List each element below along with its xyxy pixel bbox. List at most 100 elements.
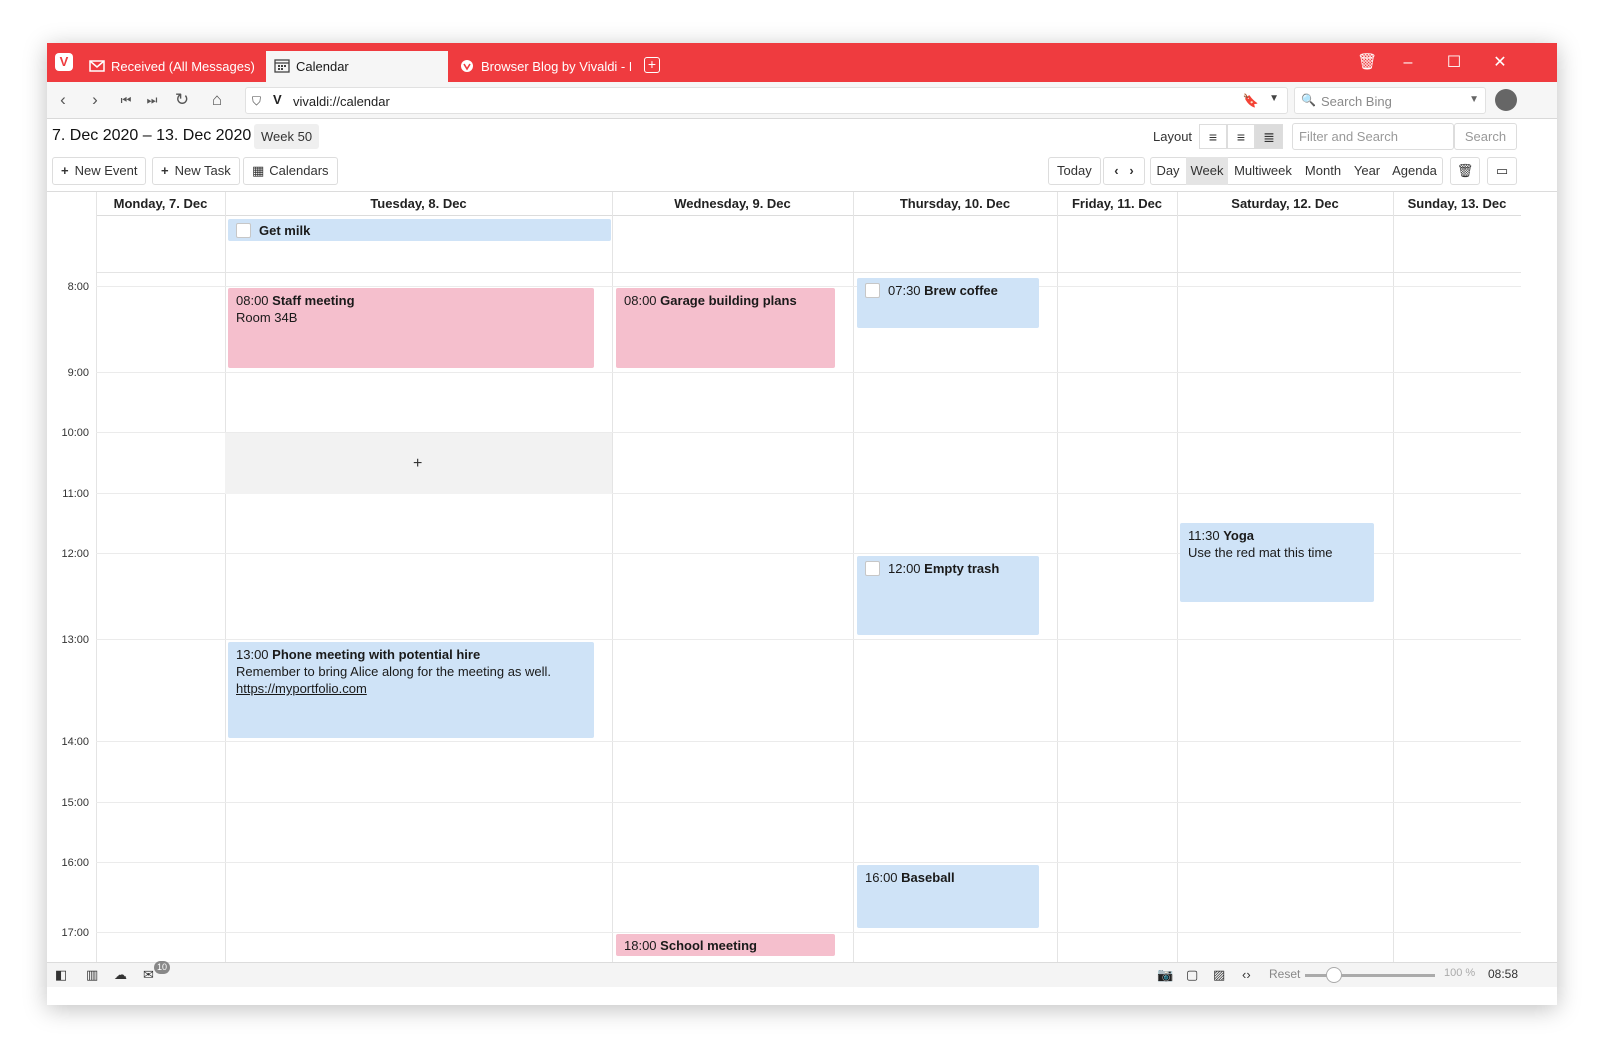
clock: 08:58 [1488, 967, 1519, 981]
event-title: Brew coffee [924, 283, 998, 298]
event-location: Room 34B [236, 310, 298, 325]
calendar-icon [274, 59, 290, 73]
search-field[interactable]: 🔍 Search Bing ▼ [1294, 87, 1486, 114]
task-checkbox[interactable] [236, 223, 251, 238]
event-baseball[interactable]: 16:00 Baseball [857, 865, 1039, 928]
column-divider [96, 192, 97, 962]
panel-toggle-icon[interactable]: ◧ [55, 967, 67, 983]
chevron-down-icon[interactable]: ▼ [1269, 93, 1279, 104]
code-icon[interactable]: ‹› [1242, 967, 1251, 982]
day-header: Saturday, 12. Dec [1177, 192, 1393, 216]
url-text[interactable]: vivaldi://calendar [293, 94, 390, 109]
week-grid: Monday, 7. Dec Tuesday, 8. Dec Wednesday… [47, 191, 1557, 962]
task-get-milk[interactable]: Get milk [228, 219, 611, 241]
layout-normal-icon[interactable]: ≡ [1227, 124, 1255, 149]
event-title: Get milk [259, 223, 311, 238]
search-placeholder: Search Bing [1321, 94, 1392, 109]
hour-line [96, 932, 1521, 933]
task-brew-coffee[interactable]: 07:30 Brew coffee [857, 278, 1039, 328]
event-note: Use the red mat this time [1188, 545, 1333, 560]
new-tab-button[interactable]: + [644, 57, 660, 73]
shield-icon[interactable]: ⛉ [252, 94, 261, 109]
event-school-meeting[interactable]: 18:00 School meeting [616, 934, 835, 956]
layout-compact-icon[interactable]: ≡ [1199, 124, 1227, 149]
hour-line [96, 741, 1521, 742]
mail-status-icon[interactable]: ✉ [143, 967, 154, 983]
view-multiweek-button[interactable]: Multiweek [1228, 157, 1298, 185]
search-button[interactable]: Search [1454, 123, 1517, 150]
profile-avatar[interactable] [1495, 89, 1517, 111]
event-time: 08:00 [624, 293, 657, 308]
view-agenda-button[interactable]: Agenda [1386, 157, 1443, 185]
forward-icon[interactable]: › [84, 89, 106, 111]
toggle-panel-icon[interactable]: ▭ [1487, 157, 1517, 185]
day-header: Sunday, 13. Dec [1393, 192, 1521, 216]
add-event-slot[interactable]: + [225, 433, 612, 494]
zoom-slider-handle[interactable] [1326, 967, 1342, 983]
tab-calendar[interactable]: Calendar [266, 51, 448, 82]
new-task-button[interactable]: + New Task [152, 157, 240, 185]
filter-input[interactable]: Filter and Search [1292, 123, 1454, 150]
event-title: School meeting [660, 938, 757, 953]
event-title: Staff meeting [272, 293, 355, 308]
chevron-down-icon[interactable]: ▼ [1469, 94, 1479, 105]
tab-blog[interactable]: Browser Blog by Vivaldi - N [451, 51, 631, 82]
event-time: 08:00 [236, 293, 269, 308]
view-day-button[interactable]: Day [1150, 157, 1186, 185]
bookmark-icon[interactable]: 🔖 [1243, 93, 1259, 109]
next-icon[interactable]: › [1129, 163, 1133, 178]
event-time: 07:30 [888, 283, 921, 298]
event-title: Yoga [1223, 528, 1255, 543]
zoom-slider[interactable] [1305, 974, 1435, 977]
window-icon[interactable]: ▢ [1186, 967, 1198, 983]
address-toolbar: ‹ › ⏮ ⏭ ↻ ⌂ ⛉ V vivaldi://calendar 🔖 ▼ 🔍… [47, 82, 1557, 119]
prev-icon[interactable]: ‹ [1114, 163, 1118, 178]
view-week-button[interactable]: Week [1186, 157, 1228, 185]
add-event-icon[interactable]: + [413, 455, 422, 473]
home-icon[interactable]: ⌂ [206, 89, 228, 111]
view-year-button[interactable]: Year [1348, 157, 1386, 185]
fast-forward-icon[interactable]: ⏭ [141, 89, 163, 111]
today-button[interactable]: Today [1048, 157, 1101, 185]
rewind-icon[interactable]: ⏮ [115, 89, 137, 111]
maximize-icon[interactable]: ☐ [1444, 53, 1464, 73]
event-phone-meeting[interactable]: 13:00 Phone meeting with potential hire … [228, 642, 594, 738]
minimize-icon[interactable]: – [1398, 53, 1418, 73]
hour-line [96, 372, 1521, 373]
week-badge: Week 50 [254, 124, 320, 149]
event-yoga[interactable]: 11:30 Yoga Use the red mat this time [1180, 523, 1374, 602]
event-link[interactable]: https://myportfolio.com [236, 681, 367, 696]
day-header: Wednesday, 9. Dec [612, 192, 853, 216]
day-header: Monday, 7. Dec [96, 192, 225, 216]
hour-line [96, 639, 1521, 640]
event-staff-meeting[interactable]: 08:00 Staff meeting Room 34B [228, 288, 594, 368]
task-checkbox[interactable] [865, 283, 880, 298]
event-garage-plans[interactable]: 08:00 Garage building plans [616, 288, 835, 368]
task-checkbox[interactable] [865, 561, 880, 576]
back-icon[interactable]: ‹ [52, 89, 74, 111]
reset-zoom-button[interactable]: Reset [1269, 967, 1300, 981]
time-label: 16:00 [61, 857, 89, 869]
vivaldi-menu-icon[interactable]: V [55, 53, 73, 71]
new-event-button[interactable]: + New Event [52, 157, 147, 185]
time-label: 15:00 [61, 797, 89, 809]
trash-icon[interactable]: 🗑 [1357, 53, 1377, 73]
day-header: Tuesday, 8. Dec [225, 192, 612, 216]
calendars-button[interactable]: ▦ Calendars [243, 157, 338, 185]
reload-icon[interactable]: ↻ [171, 89, 193, 111]
event-title: Empty trash [924, 561, 1000, 576]
prev-next-buttons[interactable]: ‹ › [1103, 157, 1145, 185]
layout-spacious-icon[interactable]: ≣ [1255, 124, 1283, 149]
capture-icon[interactable]: 📷 [1157, 967, 1173, 983]
tab-tiling-icon[interactable]: ▥ [86, 967, 98, 983]
tab-mail[interactable]: Received (All Messages) [81, 51, 261, 82]
column-divider [1393, 192, 1394, 962]
task-empty-trash[interactable]: 12:00 Empty trash [857, 556, 1039, 635]
close-icon[interactable]: ✕ [1490, 53, 1510, 73]
image-icon[interactable]: ▨ [1213, 967, 1225, 983]
event-time: 12:00 [888, 561, 921, 576]
address-field[interactable]: ⛉ V vivaldi://calendar 🔖 ▼ [245, 87, 1288, 114]
delete-icon[interactable]: 🗑 [1450, 157, 1480, 185]
view-month-button[interactable]: Month [1298, 157, 1348, 185]
sync-cloud-icon[interactable]: ☁ [114, 967, 127, 983]
